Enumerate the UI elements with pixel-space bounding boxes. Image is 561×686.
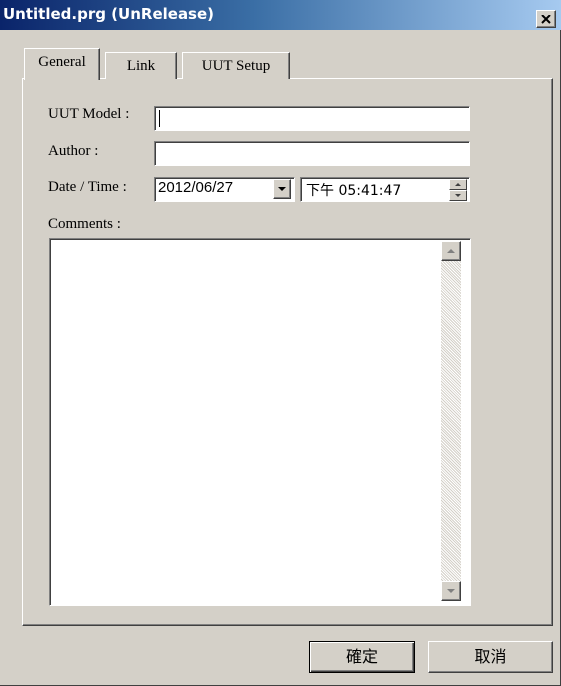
- spin-down-icon: [455, 194, 461, 197]
- date-value: 2012/06/27: [158, 179, 234, 196]
- tab-uut-setup-label: UUT Setup: [201, 58, 271, 74]
- uut-model-input[interactable]: [154, 106, 470, 131]
- comments-textarea[interactable]: [49, 238, 471, 606]
- spin-up-icon: [455, 183, 461, 186]
- comments-label: Comments :: [48, 216, 121, 232]
- scroll-down-button[interactable]: [441, 581, 461, 601]
- tab-link-label: Link: [126, 58, 156, 74]
- time-value: 下午 05:41:47: [306, 183, 402, 199]
- tab-uut-setup[interactable]: UUT Setup: [182, 52, 290, 79]
- date-time-label: Date / Time :: [48, 179, 127, 195]
- date-dropdown-button[interactable]: [273, 179, 291, 199]
- dialog-window: Untitled.prg (UnRelease) General Link UU…: [0, 0, 561, 686]
- close-icon: [541, 14, 551, 24]
- time-spin-up-button[interactable]: [449, 179, 467, 190]
- scroll-up-arrow-icon: [447, 249, 455, 253]
- cancel-button[interactable]: 取消: [428, 641, 553, 673]
- close-button[interactable]: [536, 10, 556, 28]
- general-tab-panel: UUT Model : Author : Date / Time : 2012/…: [22, 78, 553, 626]
- author-label: Author :: [48, 143, 99, 159]
- scroll-down-arrow-icon: [447, 589, 455, 593]
- tab-general-label: General: [38, 54, 86, 70]
- time-spin-down-button[interactable]: [449, 190, 467, 201]
- chevron-down-icon: [278, 187, 286, 191]
- date-picker[interactable]: 2012/06/27: [154, 177, 295, 202]
- author-input[interactable]: [154, 141, 470, 166]
- comments-scrollbar[interactable]: [441, 241, 461, 601]
- uut-model-label: UUT Model :: [48, 106, 130, 122]
- ok-button[interactable]: 確定: [309, 641, 415, 673]
- title-bar[interactable]: Untitled.prg (UnRelease): [0, 0, 561, 30]
- tab-general[interactable]: General: [24, 48, 100, 80]
- scroll-up-button[interactable]: [441, 241, 461, 261]
- time-picker[interactable]: 下午 05:41:47: [300, 177, 470, 202]
- text-caret: [159, 110, 160, 127]
- tab-link[interactable]: Link: [105, 52, 177, 79]
- window-title: Untitled.prg (UnRelease): [3, 5, 215, 23]
